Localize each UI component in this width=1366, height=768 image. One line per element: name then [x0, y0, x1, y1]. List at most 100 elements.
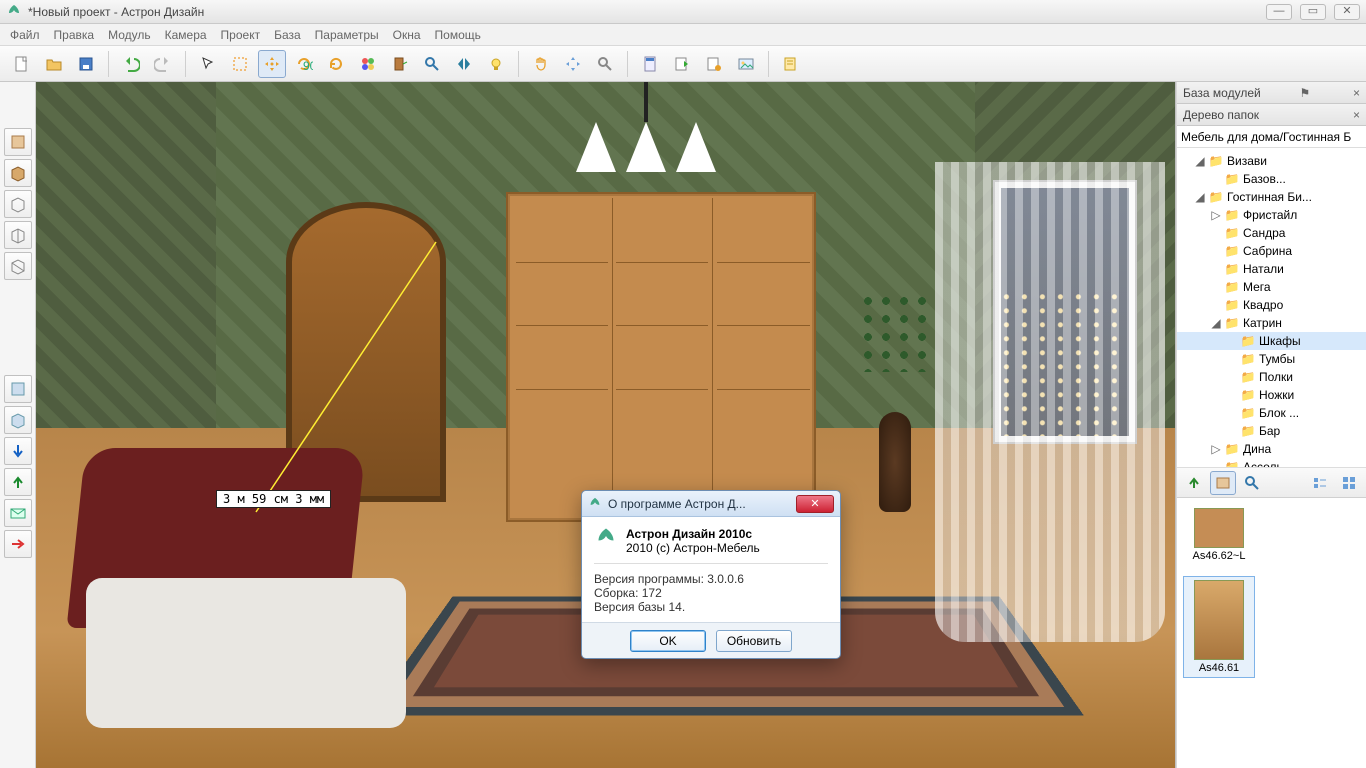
up-folder-button[interactable] — [1181, 471, 1207, 495]
orbit-tool[interactable] — [559, 50, 587, 78]
chandelier-model — [556, 82, 736, 202]
mail-icon[interactable] — [4, 499, 32, 527]
menu-base[interactable]: База — [274, 28, 301, 42]
tree-node[interactable]: 📁Бар — [1177, 422, 1366, 440]
thumbnail-item[interactable]: As46.62~L — [1183, 504, 1255, 566]
rotate-tool[interactable]: 90° — [290, 50, 318, 78]
folder-tree[interactable]: ◢📁Визави 📁Базов... ◢📁Гостинная Би... ▷📁Ф… — [1177, 148, 1366, 468]
thumbnail-preview — [1194, 508, 1244, 548]
folder-breadcrumb[interactable]: Мебель для дома/Гостинная Б — [1177, 126, 1366, 148]
menu-params[interactable]: Параметры — [315, 28, 379, 42]
marquee-tool[interactable] — [226, 50, 254, 78]
image-tool[interactable] — [732, 50, 760, 78]
pin-icon[interactable]: ⚑ — [1299, 86, 1310, 100]
open-file-button[interactable] — [40, 50, 68, 78]
about-ok-button[interactable]: OK — [630, 630, 706, 652]
menu-camera[interactable]: Камера — [165, 28, 207, 42]
tree-node[interactable]: ▷📁Дина — [1177, 440, 1366, 458]
calc-tool[interactable] — [636, 50, 664, 78]
mirror-tool[interactable] — [450, 50, 478, 78]
window-title: *Новый проект - Астрон Дизайн — [28, 5, 204, 19]
tree-node-selected[interactable]: 📁Шкафы — [1177, 332, 1366, 350]
view-top-icon[interactable] — [4, 375, 32, 403]
menu-project[interactable]: Проект — [221, 28, 261, 42]
box-wire2-icon[interactable] — [4, 221, 32, 249]
redo-button[interactable] — [149, 50, 177, 78]
about-dialog-close-button[interactable]: ✕ — [796, 495, 834, 513]
color-tool[interactable] — [354, 50, 382, 78]
zoom2-tool[interactable] — [591, 50, 619, 78]
thumbnail-label: As46.62~L — [1193, 550, 1246, 562]
tree-node[interactable]: 📁Ножки — [1177, 386, 1366, 404]
refresh-tool[interactable] — [322, 50, 350, 78]
tree-node[interactable]: ◢📁Гостинная Би... — [1177, 188, 1366, 206]
thumb-view-button[interactable] — [1210, 471, 1236, 495]
thumbnail-label: As46.61 — [1199, 662, 1239, 674]
door-tool[interactable] — [386, 50, 414, 78]
tree-node[interactable]: ▷📁Фристайл — [1177, 206, 1366, 224]
thumb-search-button[interactable] — [1239, 471, 1265, 495]
module-base-title: База модулей — [1183, 86, 1261, 100]
select-tool[interactable] — [194, 50, 222, 78]
about-build: Сборка: 172 — [594, 586, 828, 600]
tree-node[interactable]: 📁Тумбы — [1177, 350, 1366, 368]
about-version: Версия программы: 3.0.0.6 — [594, 572, 828, 586]
menu-file[interactable]: Файл — [10, 28, 40, 42]
tree-node[interactable]: 📁Блок ... — [1177, 404, 1366, 422]
box-wire1-icon[interactable] — [4, 190, 32, 218]
undo-button[interactable] — [117, 50, 145, 78]
arrow-up-icon[interactable] — [4, 468, 32, 496]
about-update-button[interactable]: Обновить — [716, 630, 792, 652]
pan-tool[interactable] — [527, 50, 555, 78]
thumbnail-item-selected[interactable]: As46.61 — [1183, 576, 1255, 678]
move-tool[interactable] — [258, 50, 286, 78]
tree-node[interactable]: ◢📁Катрин — [1177, 314, 1366, 332]
window-minimize-button[interactable]: ― — [1266, 4, 1292, 20]
arrow-right-icon[interactable] — [4, 530, 32, 558]
tree-node[interactable]: 📁Натали — [1177, 260, 1366, 278]
tree-node[interactable]: 📁Полки — [1177, 368, 1366, 386]
grid-view-button[interactable] — [1336, 471, 1362, 495]
zoom-tool[interactable] — [418, 50, 446, 78]
tree-close-icon[interactable]: × — [1353, 108, 1360, 122]
folder-tree-title: Дерево папок — [1183, 108, 1259, 122]
thumbnail-preview — [1194, 580, 1244, 660]
save-file-button[interactable] — [72, 50, 100, 78]
main-toolbar: 90° — [0, 46, 1366, 82]
module-base-header: База модулей ⚑ × — [1177, 82, 1366, 104]
app-icon — [6, 4, 22, 20]
about-dialog-titlebar[interactable]: О программе Астрон Д... ✕ — [582, 491, 840, 517]
box-front-icon[interactable] — [4, 128, 32, 156]
about-copyright: 2010 (с) Астрон-Мебель — [626, 541, 760, 555]
tree-node[interactable]: 📁Квадро — [1177, 296, 1366, 314]
tree-node[interactable]: 📁Мега — [1177, 278, 1366, 296]
window-titlebar: *Новый проект - Астрон Дизайн ― ▭ ✕ — [0, 0, 1366, 24]
box-persp-icon[interactable] — [4, 159, 32, 187]
menu-windows[interactable]: Окна — [393, 28, 421, 42]
box-wire3-icon[interactable] — [4, 252, 32, 280]
vase-model — [865, 332, 925, 512]
tree-node[interactable]: ◢📁Визави — [1177, 152, 1366, 170]
panel-close-icon[interactable]: × — [1353, 86, 1360, 100]
viewport-3d[interactable]: 3 м 59 см 3 мм О программе Астрон Д... ✕… — [36, 82, 1176, 768]
thumbnail-list[interactable]: As46.62~L As46.61 — [1177, 498, 1366, 768]
notes-tool[interactable] — [777, 50, 805, 78]
about-dialog: О программе Астрон Д... ✕ Астрон Дизайн … — [581, 490, 841, 659]
tree-node[interactable]: 📁Базов... — [1177, 170, 1366, 188]
tree-node[interactable]: 📁Ассоль — [1177, 458, 1366, 468]
curtain-model — [935, 162, 1165, 642]
tree-node[interactable]: 📁Сабрина — [1177, 242, 1366, 260]
window-maximize-button[interactable]: ▭ — [1300, 4, 1326, 20]
export-tool[interactable] — [668, 50, 696, 78]
arrow-down-icon[interactable] — [4, 437, 32, 465]
view-iso-icon[interactable] — [4, 406, 32, 434]
tree-node[interactable]: 📁Сандра — [1177, 224, 1366, 242]
window-close-button[interactable]: ✕ — [1334, 4, 1360, 20]
menu-help[interactable]: Помощь — [435, 28, 481, 42]
list-view-button[interactable] — [1307, 471, 1333, 495]
new-file-button[interactable] — [8, 50, 36, 78]
menu-module[interactable]: Модуль — [108, 28, 151, 42]
report-tool[interactable] — [700, 50, 728, 78]
menu-edit[interactable]: Правка — [54, 28, 95, 42]
light-tool[interactable] — [482, 50, 510, 78]
